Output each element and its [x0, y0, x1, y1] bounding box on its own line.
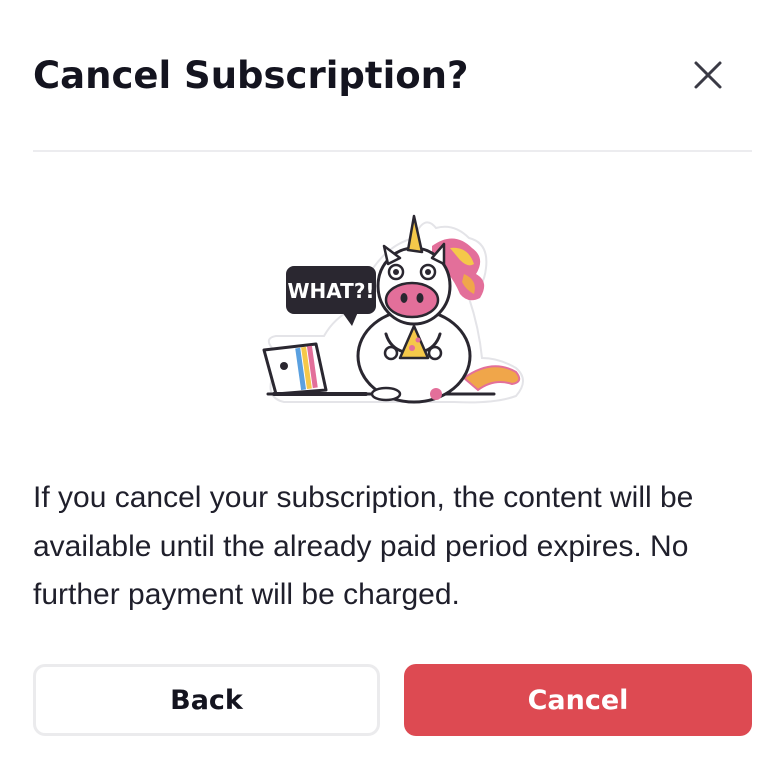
cancel-button[interactable]: Cancel	[404, 664, 752, 736]
dialog-title: Cancel Subscription?	[33, 54, 469, 97]
cancel-message: If you cancel your subscription, the con…	[33, 481, 694, 611]
svg-text:WHAT?!: WHAT?!	[287, 279, 374, 303]
header-divider	[33, 150, 752, 152]
close-button[interactable]	[688, 56, 728, 96]
cancel-subscription-dialog: Cancel Subscription? WHAT?! If you cance…	[0, 0, 784, 768]
back-button[interactable]: Back	[33, 664, 380, 736]
unicorn-illustration: WHAT?!	[254, 208, 534, 412]
close-icon	[693, 60, 723, 93]
